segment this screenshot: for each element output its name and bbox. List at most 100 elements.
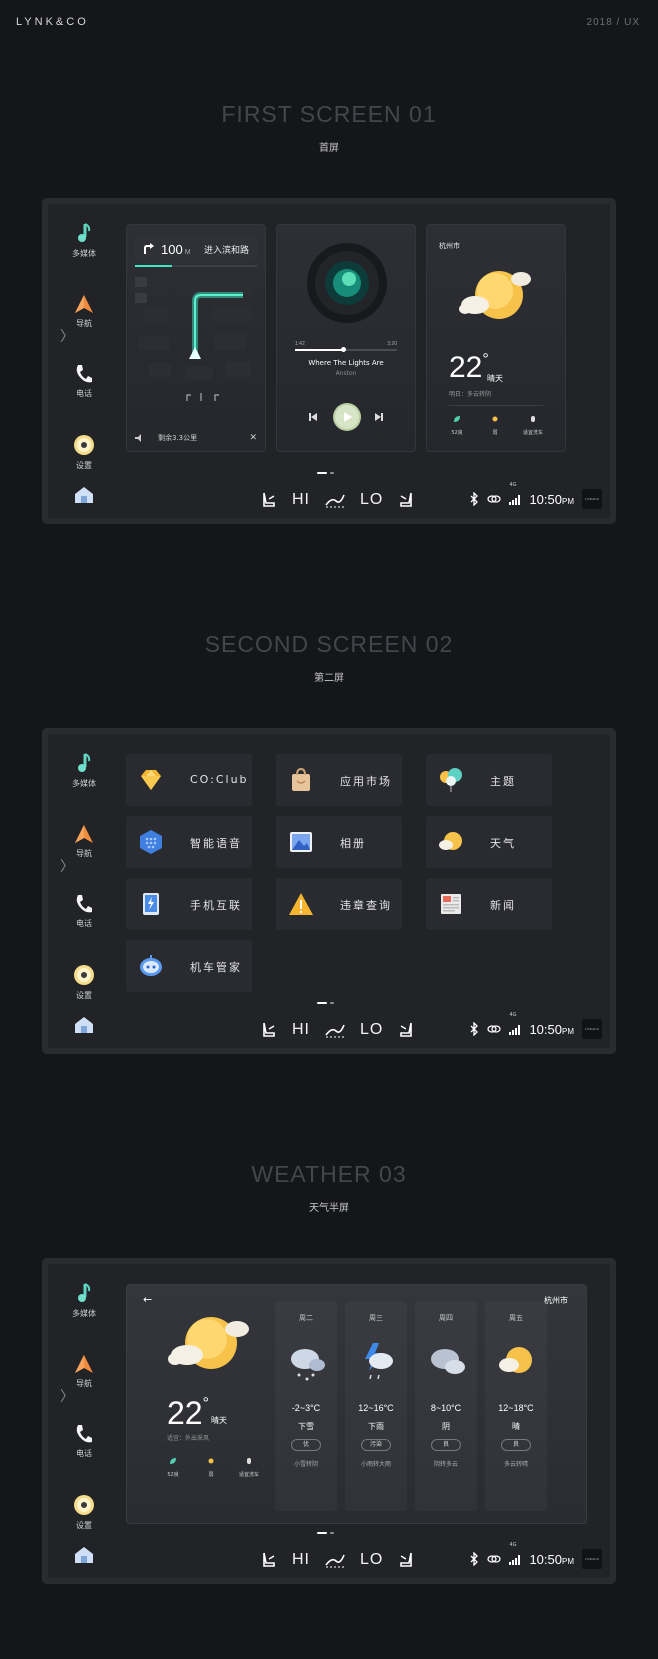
seat-heat-left-icon[interactable] bbox=[260, 491, 278, 509]
speaker-icon[interactable] bbox=[135, 434, 144, 442]
link-icon[interactable] bbox=[487, 1024, 502, 1034]
album-art[interactable] bbox=[307, 243, 387, 323]
seat-heat-left-icon[interactable] bbox=[260, 1021, 278, 1039]
day-condition: 阴 bbox=[442, 1422, 450, 1431]
sidebar-label: 导航 bbox=[76, 319, 92, 328]
sidebar-item-media[interactable]: 多媒体 bbox=[48, 1282, 120, 1319]
bluetooth-icon[interactable] bbox=[469, 1552, 479, 1566]
temp-high[interactable]: HI bbox=[292, 1551, 310, 1569]
app-tile-news[interactable]: 新闻 bbox=[426, 878, 552, 930]
temp-high[interactable]: HI bbox=[292, 1021, 310, 1039]
current-condition: 晴天 bbox=[487, 374, 503, 383]
music-progress-bar[interactable] bbox=[295, 347, 397, 352]
next-track-icon[interactable] bbox=[375, 413, 383, 421]
seat-heat-right-icon[interactable] bbox=[397, 1551, 415, 1569]
back-button[interactable]: ← bbox=[143, 1293, 152, 1306]
sun-cloud-icon bbox=[499, 1347, 532, 1373]
close-nav-button[interactable]: ✕ bbox=[249, 433, 257, 443]
forecast-day[interactable]: 周三 12~16°C 下雨 污染 小雨转大雨 bbox=[345, 1301, 407, 1511]
page-indicator bbox=[317, 1002, 337, 1004]
app-tile-app-store[interactable]: 应用市场 bbox=[276, 754, 402, 806]
sun-icon bbox=[492, 416, 498, 422]
screen: 多媒体 导航 〉 电话 设置 CO:Club 应用市场 主题 智能语音 相册 天… bbox=[48, 734, 610, 1048]
sidebar-label: 多媒体 bbox=[72, 249, 96, 258]
diamond-icon bbox=[141, 770, 161, 790]
weather-card[interactable]: 杭州市 22° 晴天 明日：多云转阴 52良 弱 适宜洗车 bbox=[426, 224, 566, 452]
sidebar-item-settings[interactable]: 设置 bbox=[48, 964, 120, 1001]
chevron-right-icon[interactable]: 〉 bbox=[60, 1386, 74, 1406]
weather-panel: ← 杭州市 22° 晴天 适宜：外出采风 52良 弱 适宜洗车 周二 -2~3°… bbox=[126, 1284, 587, 1524]
link-icon[interactable] bbox=[487, 494, 502, 504]
route-progress-bar bbox=[135, 265, 257, 267]
airflow-icon[interactable] bbox=[324, 1021, 346, 1039]
sidebar-item-phone[interactable]: 电话 bbox=[48, 1424, 120, 1459]
temp-low[interactable]: LO bbox=[360, 1021, 383, 1039]
air-quality-badge: 优 bbox=[291, 1439, 321, 1451]
day-name: 周二 bbox=[299, 1314, 313, 1322]
brand-logo: LYNK&CO bbox=[16, 16, 89, 28]
bluetooth-icon[interactable] bbox=[469, 492, 479, 506]
sidebar-item-nav[interactable]: 导航 bbox=[48, 1354, 120, 1389]
app-tile-co-club[interactable]: CO:Club bbox=[126, 754, 252, 806]
chevron-right-icon[interactable]: 〉 bbox=[60, 856, 74, 876]
app-tile-theme[interactable]: 主题 bbox=[426, 754, 552, 806]
sidebar-item-settings[interactable]: 设置 bbox=[48, 434, 120, 471]
temp-low[interactable]: LO bbox=[360, 491, 383, 509]
day-note: 小雨转大雨 bbox=[360, 1461, 391, 1468]
forecast-day[interactable]: 周四 8~10°C 阴 良 阴转多云 bbox=[415, 1301, 477, 1511]
navigation-card[interactable]: 100 M 进入滨和路 剩余3.3公里 ✕ bbox=[126, 224, 266, 452]
device-frame-first-screen: 多媒体 导航 〉 电话 设置 100 M 进入滨和路 剩余3.3公里 ✕ 1:4… bbox=[42, 198, 616, 524]
seat-heat-left-icon[interactable] bbox=[260, 1551, 278, 1569]
app-tile-album[interactable]: 相册 bbox=[276, 816, 402, 868]
sidebar-item-media[interactable]: 多媒体 bbox=[48, 222, 120, 259]
day-note: 多云转晴 bbox=[503, 1461, 528, 1468]
sidebar-label: 电话 bbox=[76, 1449, 92, 1458]
sun-cloud-icon bbox=[168, 1317, 249, 1369]
previous-track-icon[interactable] bbox=[309, 413, 317, 421]
warning-icon bbox=[289, 893, 313, 915]
weather-city: 杭州市 bbox=[544, 1296, 568, 1305]
status-area: 4G 10:50PM LYNK&CO bbox=[469, 482, 602, 510]
sidebar-item-nav[interactable]: 导航 bbox=[48, 294, 120, 329]
current-temp: 22° bbox=[167, 1395, 209, 1431]
app-tile-car-butler[interactable]: 机车管家 bbox=[126, 940, 252, 992]
sidebar-label: 设置 bbox=[76, 991, 92, 1000]
sidebar-item-media[interactable]: 多媒体 bbox=[48, 752, 120, 789]
chevron-right-icon[interactable]: 〉 bbox=[60, 326, 74, 346]
gear-icon bbox=[74, 435, 94, 455]
bluetooth-icon[interactable] bbox=[469, 1022, 479, 1036]
brand-badge: LYNK&CO bbox=[582, 1019, 602, 1039]
sidebar-item-phone[interactable]: 电话 bbox=[48, 364, 120, 399]
snow-cloud-icon bbox=[291, 1349, 325, 1381]
temp-high[interactable]: HI bbox=[292, 491, 310, 509]
app-tile-weather[interactable]: 天气 bbox=[426, 816, 552, 868]
seat-heat-right-icon[interactable] bbox=[397, 491, 415, 509]
air-quality-badge: 污染 bbox=[361, 1439, 391, 1451]
car-wash-icon bbox=[247, 1458, 251, 1464]
nav-footer: 剩余3.3公里 ✕ bbox=[135, 431, 257, 445]
signal-icon bbox=[509, 1024, 521, 1035]
day-name: 周五 bbox=[509, 1314, 523, 1322]
sidebar-item-settings[interactable]: 设置 bbox=[48, 1494, 120, 1531]
music-card[interactable]: 1:42 3:20 Where The Lights Are Anston bbox=[276, 224, 416, 452]
temp-low[interactable]: LO bbox=[360, 1551, 383, 1569]
play-button[interactable] bbox=[333, 403, 361, 431]
sidebar: 多媒体 导航 〉 电话 设置 bbox=[48, 204, 120, 518]
air-quality-badge: 良 bbox=[501, 1439, 531, 1451]
signal-indicator: 4G bbox=[509, 1012, 521, 1039]
map-view[interactable] bbox=[135, 277, 259, 407]
sun-cloud-icon bbox=[459, 271, 531, 319]
airflow-icon[interactable] bbox=[324, 491, 346, 509]
link-icon[interactable] bbox=[487, 1554, 502, 1564]
temp-range: 12~16°C bbox=[358, 1403, 394, 1413]
forecast-day[interactable]: 周二 -2~3°C 下雪 优 小雪转阴 bbox=[275, 1301, 337, 1511]
airflow-icon[interactable] bbox=[324, 1551, 346, 1569]
app-tile-phone-link[interactable]: 手机互联 bbox=[126, 878, 252, 930]
app-tile-voice[interactable]: 智能语音 bbox=[126, 816, 252, 868]
seat-heat-right-icon[interactable] bbox=[397, 1021, 415, 1039]
app-tile-violation[interactable]: 违章查询 bbox=[276, 878, 402, 930]
sidebar-item-phone[interactable]: 电话 bbox=[48, 894, 120, 929]
sidebar-item-nav[interactable]: 导航 bbox=[48, 824, 120, 859]
bottom-bar: HI LO 4G 10:50PM LYNK&CO bbox=[48, 1012, 610, 1048]
forecast-day[interactable]: 周五 12~18°C 晴 良 多云转晴 bbox=[485, 1301, 547, 1511]
